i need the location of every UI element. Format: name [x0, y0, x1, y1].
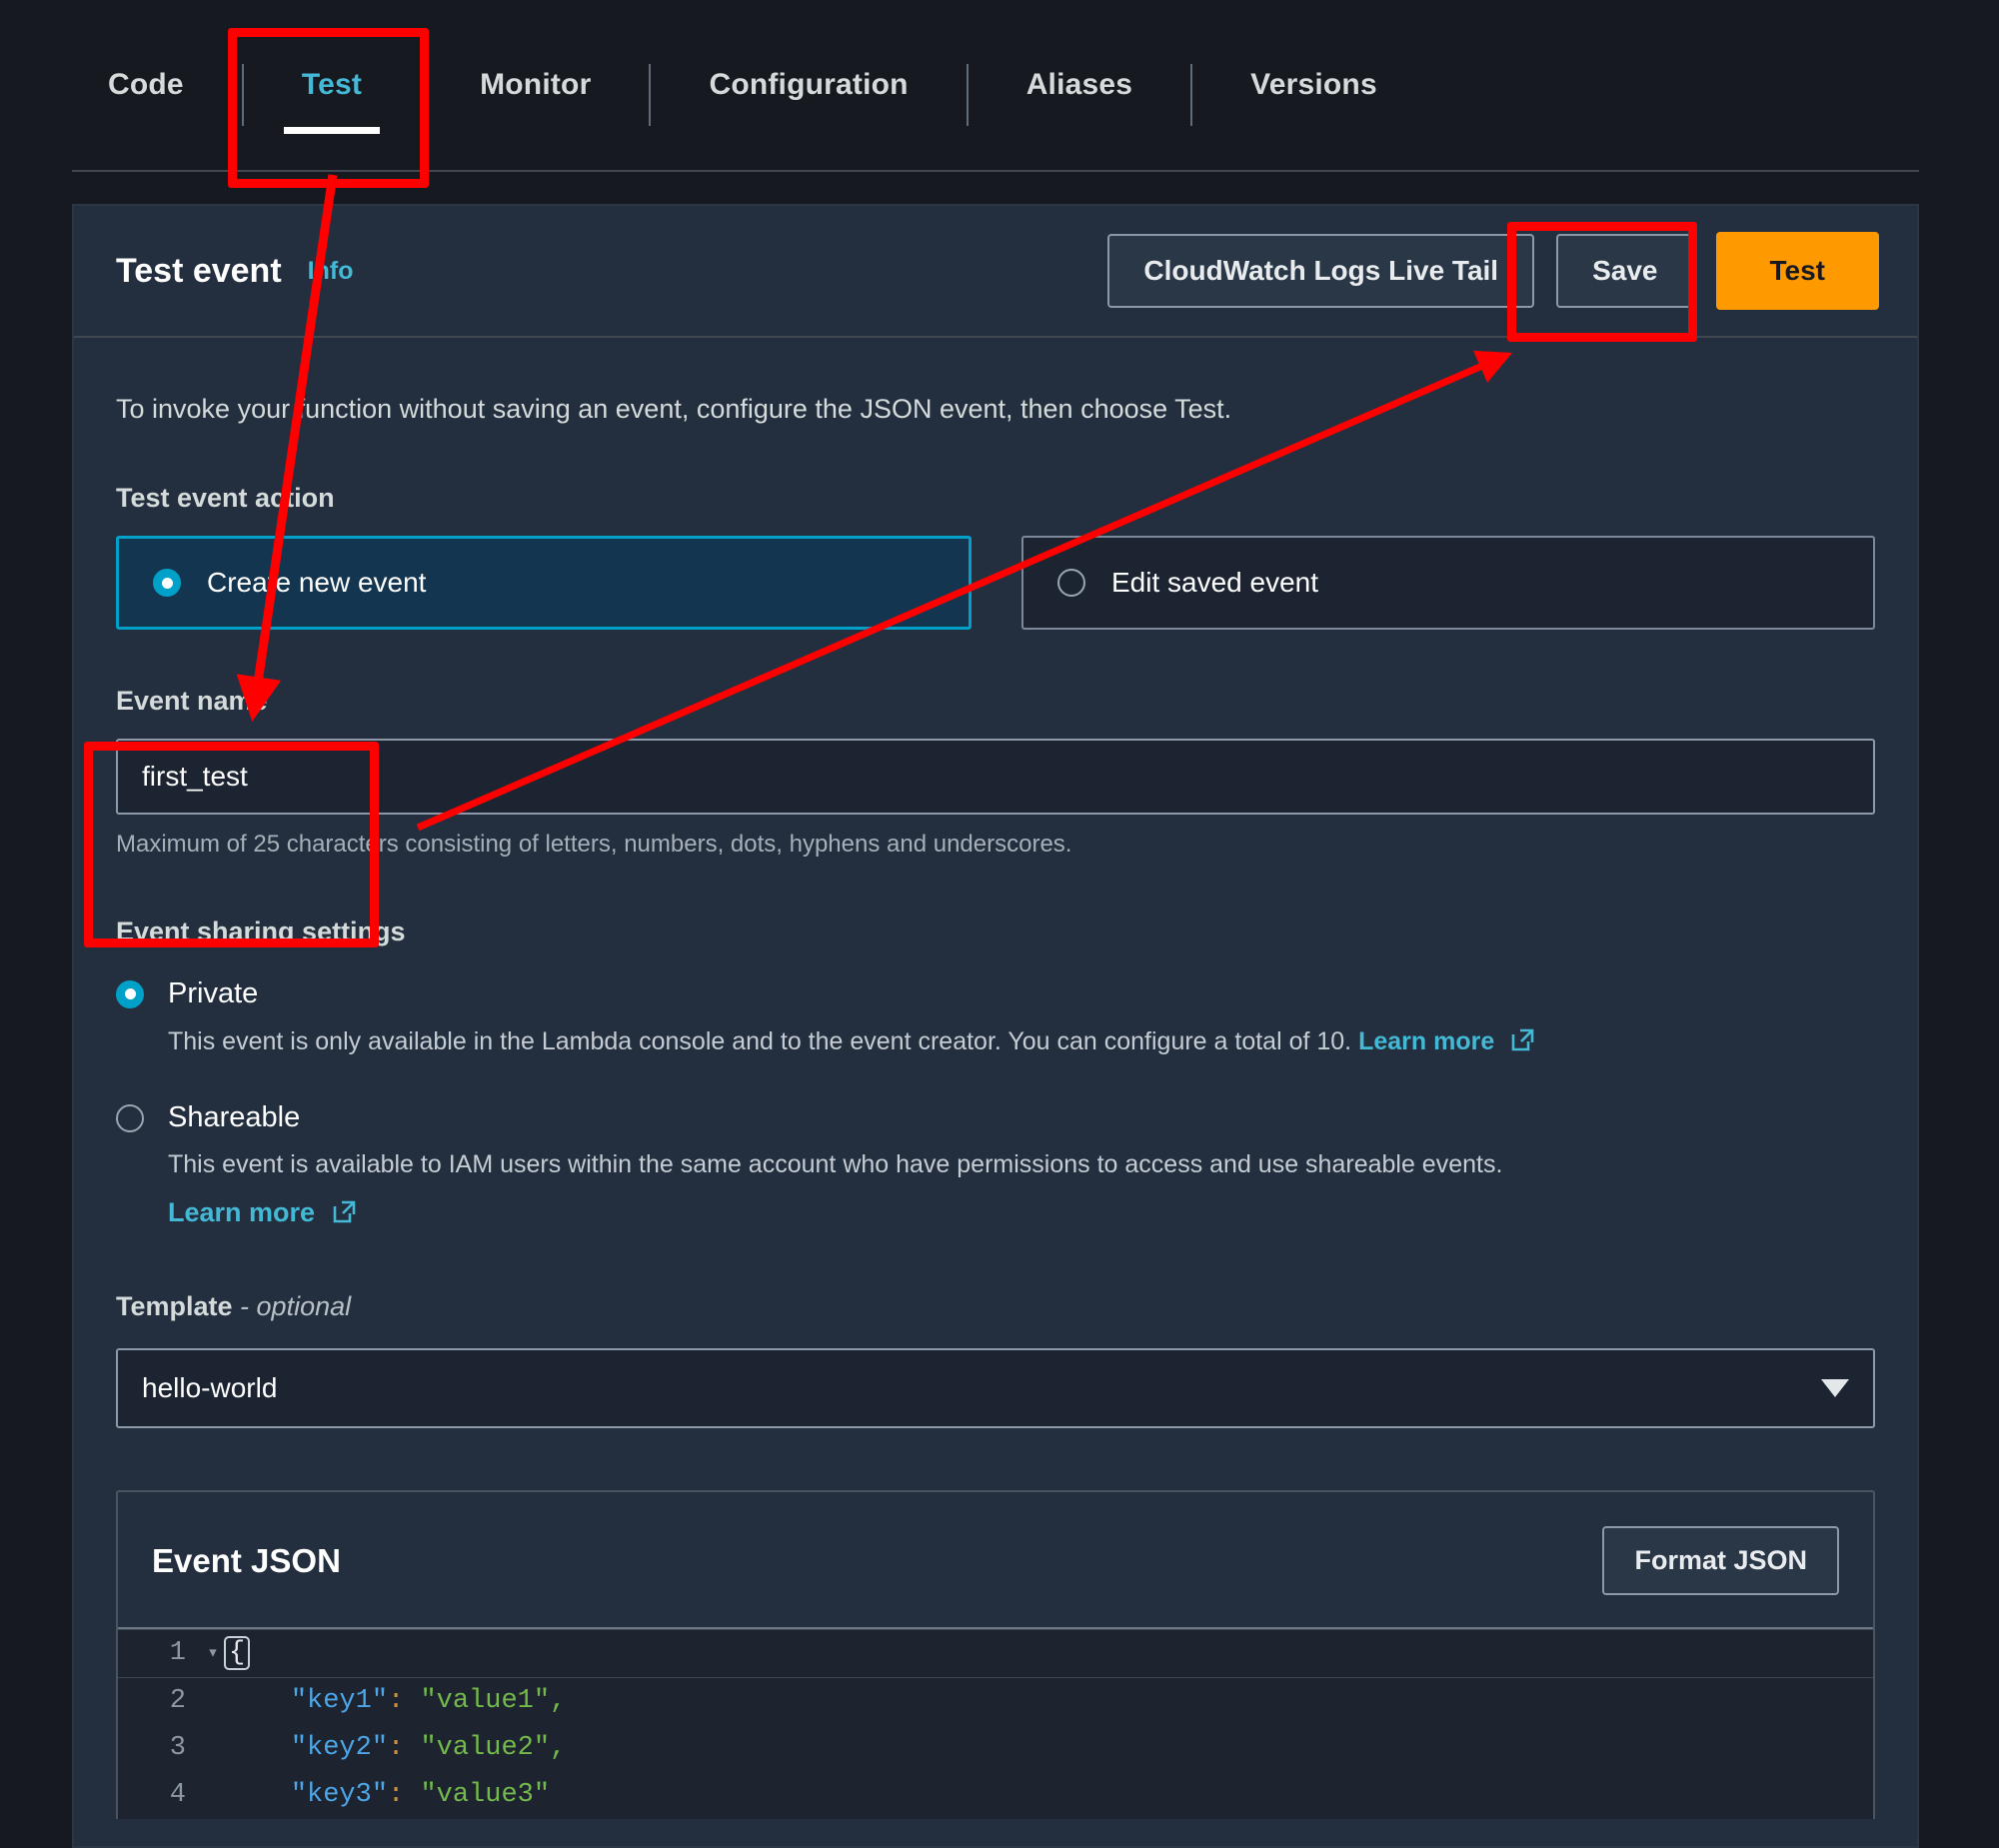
code-line-content: "key3": "value3" [290, 1780, 551, 1810]
external-link-icon [331, 1198, 357, 1231]
json-key: key1 [307, 1686, 372, 1716]
event-name-input[interactable] [116, 739, 1875, 815]
radio-label-create-new-event: Create new event [207, 567, 427, 598]
format-json-button[interactable]: Format JSON [1602, 1526, 1839, 1595]
template-label-text: Template [116, 1291, 233, 1321]
save-button[interactable]: Save [1556, 234, 1694, 308]
page-title: Test event [116, 251, 282, 290]
tab-aliases[interactable]: Aliases [991, 40, 1168, 132]
info-link[interactable]: Info [308, 257, 354, 286]
tab-versions[interactable]: Versions [1214, 40, 1413, 132]
json-comma: , [550, 1686, 567, 1716]
tab-code-label: Code [108, 68, 184, 101]
event-sharing-settings: Event sharing settings Private This even… [116, 917, 1875, 1231]
code-line: 4 "key3": "value3" [118, 1772, 1873, 1819]
radio-tile-create-new-event[interactable]: Create new event [116, 536, 972, 630]
tab-separator [420, 64, 423, 126]
private-description: This event is only available in the Lamb… [168, 1026, 1875, 1059]
template-optional-suffix: - optional [240, 1291, 352, 1321]
code-line: 1 ▾ { [118, 1629, 1873, 1678]
line-number: 3 [169, 1733, 186, 1763]
radio-icon-edit-saved-event[interactable] [1057, 569, 1085, 597]
panel-body: To invoke your function without saving a… [74, 338, 1917, 1819]
radio-row-shareable[interactable]: Shareable [116, 1101, 1875, 1134]
json-value: value1 [436, 1686, 534, 1716]
fold-toggle-icon[interactable]: ▾ [200, 1630, 226, 1677]
function-tabs: Code Test Monitor Configuration Aliases … [72, 40, 1919, 172]
template-select[interactable]: hello-world [116, 1348, 1875, 1428]
intro-text: To invoke your function without saving a… [116, 394, 1232, 424]
code-line: 2 "key1": "value1", [118, 1678, 1873, 1725]
event-json-title: Event JSON [152, 1541, 341, 1579]
json-key: key3 [307, 1780, 372, 1810]
line-number: 2 [169, 1686, 186, 1716]
event-json-card: Event JSON Format JSON 1 ▾ { 2 "key1": "… [116, 1490, 1875, 1819]
screenshot-root: Code Test Monitor Configuration Aliases … [0, 0, 1999, 1848]
test-event-action-options: Create new event Edit saved event [116, 536, 1875, 630]
radio-icon-private[interactable] [116, 979, 144, 1008]
shareable-description: This event is available to IAM users wit… [168, 1150, 1503, 1178]
tab-separator [966, 64, 969, 126]
tab-versions-label: Versions [1250, 68, 1377, 101]
code-line: 3 "key2": "value2", [118, 1725, 1873, 1772]
tab-test[interactable]: Test [266, 40, 398, 134]
cloudwatch-logs-live-tail-button[interactable]: CloudWatch Logs Live Tail [1107, 234, 1535, 308]
test-event-action-label: Test event action [116, 483, 335, 513]
shareable-learn-more-link[interactable]: Learn more [168, 1197, 315, 1227]
radio-label-edit-saved-event: Edit saved event [1111, 567, 1319, 598]
tab-separator [241, 64, 244, 126]
open-brace: { [223, 1636, 251, 1670]
panel-header: Test event Info CloudWatch Logs Live Tai… [74, 206, 1917, 338]
tab-monitor-label: Monitor [480, 68, 592, 101]
template-select-wrapper: hello-world [116, 1348, 1875, 1428]
radio-icon-shareable[interactable] [116, 1103, 144, 1132]
tab-configuration[interactable]: Configuration [673, 40, 944, 132]
header-actions: CloudWatch Logs Live Tail Save Test [1107, 232, 1879, 310]
event-json-header: Event JSON Format JSON [118, 1492, 1873, 1627]
json-value: value2 [436, 1733, 534, 1763]
line-number: 4 [169, 1780, 186, 1810]
radio-tile-edit-saved-event[interactable]: Edit saved event [1021, 536, 1875, 630]
radio-label-shareable: Shareable [168, 1101, 301, 1133]
radio-icon-create-new-event[interactable] [153, 569, 181, 597]
tab-code[interactable]: Code [72, 40, 220, 132]
template-label: Template - optional [116, 1291, 1875, 1322]
json-key: key2 [307, 1733, 372, 1763]
radio-row-private[interactable]: Private [116, 977, 1875, 1010]
tab-monitor[interactable]: Monitor [444, 40, 627, 132]
event-name-helper-text: Maximum of 25 characters consisting of l… [116, 831, 1072, 858]
shareable-learn-more-row: Learn more [168, 1197, 1875, 1231]
code-line-content: "key2": "value2", [290, 1733, 567, 1763]
chevron-down-icon[interactable] [1821, 1379, 1849, 1397]
event-json-editor[interactable]: 1 ▾ { 2 "key1": "value1", 3 "key2": "val… [118, 1627, 1873, 1819]
json-value: value3 [436, 1780, 534, 1810]
json-comma: , [550, 1733, 567, 1763]
tab-separator [1190, 64, 1193, 126]
private-description-text: This event is only available in the Lamb… [168, 1027, 1352, 1055]
code-line-content: "key1": "value1", [290, 1686, 567, 1716]
code-line-content: { [223, 1630, 251, 1677]
template-selected-value: hello-world [142, 1372, 278, 1403]
tab-separator [649, 64, 652, 126]
external-link-icon [1509, 1026, 1535, 1059]
radio-label-private: Private [168, 977, 259, 1009]
event-sharing-settings-label: Event sharing settings [116, 917, 406, 946]
tab-test-label: Test [301, 68, 363, 101]
test-event-panel: Test event Info CloudWatch Logs Live Tai… [72, 204, 1919, 1848]
private-learn-more-link[interactable]: Learn more [1358, 1027, 1494, 1055]
tab-aliases-label: Aliases [1025, 68, 1133, 101]
line-number: 1 [169, 1638, 186, 1668]
test-button[interactable]: Test [1715, 232, 1879, 310]
event-name-label: Event name [116, 686, 268, 716]
tab-configuration-label: Configuration [709, 68, 909, 101]
